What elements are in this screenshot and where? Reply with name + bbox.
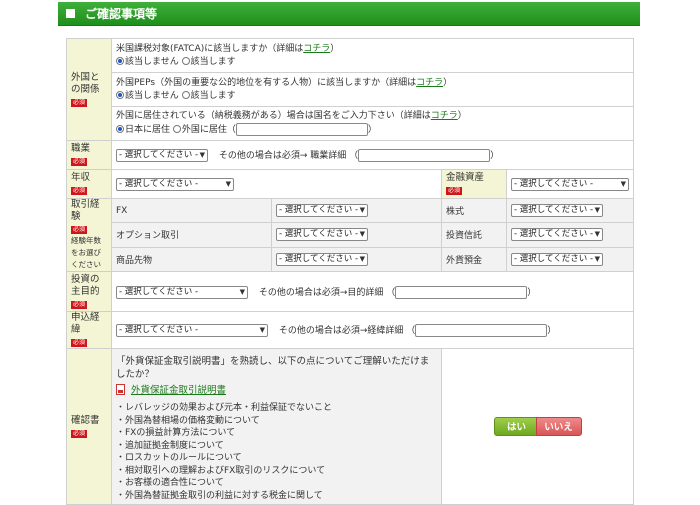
purpose-detail-input[interactable]	[395, 285, 528, 299]
residence-cell: 外国に居住されている（納税義務がある）場合は国名をご入力下さい（詳細はコチラ） …	[110, 106, 635, 141]
exp-option-cell: - 選択してください - ▼	[271, 222, 442, 248]
chevron-down-icon: ▼	[359, 206, 365, 215]
list-item: ・FXの損益計算方法について	[116, 428, 236, 438]
exp-option-select[interactable]: - 選択してください - ▼	[276, 228, 368, 242]
foreign-relations-label: 外国との関係 必須	[66, 38, 112, 141]
exp-deposit-select[interactable]: - 選択してください - ▼	[511, 252, 603, 266]
list-item: ・追加証拠金制度について	[116, 440, 224, 451]
chevron-down-icon: ▼	[239, 287, 245, 296]
no-button[interactable]: いいえ	[535, 417, 582, 436]
confirm-intro: 「外貨保証金取引説明書」を熟読し、以下の点についてご理解いただけましたか？	[116, 356, 430, 380]
job-detail-input[interactable]	[358, 149, 491, 162]
exp-fx-label: FX	[111, 197, 272, 224]
chevron-down-icon: ▼	[620, 179, 626, 188]
fatca-question: 米国課税対象(FATCA)に該当しますか（詳細は	[116, 43, 304, 54]
required-badge: 必須	[71, 300, 88, 309]
fatca-no-radio[interactable]	[116, 56, 124, 65]
residence-question: 外国に居住されている（納税義務がある）場合は国名をご入力下さい（詳細は	[116, 111, 431, 121]
manual-pdf-link[interactable]: 外貨保証金取引説明書	[131, 385, 226, 396]
exp-stock-select[interactable]: - 選択してください - ▼	[511, 204, 603, 218]
peps-yes-radio[interactable]	[181, 90, 190, 99]
country-input[interactable]	[235, 123, 368, 136]
confirm-content: 「外貨保証金取引説明書」を熟読し、以下の点についてご理解いただけましたか？ 外貨…	[111, 348, 442, 505]
exp-deposit-cell: - 選択してください - ▼	[505, 246, 635, 273]
peps-no-radio[interactable]	[116, 90, 124, 99]
job-note: その他の場合は必須→ 職業詳細 （	[218, 151, 359, 161]
exp-fx-cell: - 選択してください - ▼	[271, 197, 442, 224]
reside-foreign-radio[interactable]	[172, 125, 181, 133]
route-note: その他の場合は必須→経緯詳細 （	[278, 326, 416, 336]
section-title: ご確認事項等	[85, 7, 158, 21]
chevron-down-icon: ▼	[594, 206, 600, 215]
fatca-cell: 米国課税対象(FATCA)に該当しますか（詳細はコチラ） 該当しません 該当しま…	[110, 38, 635, 73]
required-badge: 必須	[71, 429, 88, 438]
experience-label: 取引経験 必須 経験年数をお選びください	[66, 198, 112, 272]
required-badge: 必須	[71, 226, 88, 234]
confirm-label: 確認書 必須	[66, 348, 112, 505]
exp-fund-label: 投資信託	[441, 222, 507, 248]
exp-fund-cell: - 選択してください - ▼	[505, 222, 635, 248]
confirmation-form: 外国との関係 必須 米国課税対象(FATCA)に該当しますか（詳細はコチラ） 該…	[66, 38, 635, 505]
purpose-cell: - 選択してください - ▼ その他の場合は必須→目的詳細 （）	[110, 271, 635, 312]
chevron-down-icon: ▼	[259, 326, 265, 334]
exp-deposit-label: 外貨預金	[441, 246, 507, 273]
required-badge: 必須	[71, 158, 88, 166]
assets-select[interactable]: - 選択してください - ▼	[511, 177, 629, 191]
purpose-select[interactable]: - 選択してください - ▼	[116, 285, 248, 299]
section-header: ご確認事項等	[58, 2, 640, 26]
assets-label: 金融資産 必須	[441, 169, 507, 199]
route-select[interactable]: - 選択してください - ▼	[116, 324, 268, 337]
exp-commodity-label: 商品先物	[111, 246, 272, 273]
chevron-down-icon: ▼	[225, 179, 231, 188]
reside-japan-radio[interactable]	[116, 125, 124, 133]
square-bullet-icon	[66, 9, 75, 18]
exp-stock-label: 株式	[441, 197, 507, 224]
chevron-down-icon: ▼	[594, 254, 600, 263]
purpose-note: その他の場合は必須→目的詳細 （	[258, 287, 396, 298]
list-item: ・お客様の適合性について	[116, 478, 224, 488]
exp-commodity-select[interactable]: - 選択してください - ▼	[276, 252, 368, 266]
job-select[interactable]: - 選択してください - ▼	[116, 149, 208, 162]
list-item: ・外国為替証拠金取引の利益に対する税金に関して	[116, 490, 323, 501]
list-item: ・レバレッジの効果および元本・利益保証でないこと	[116, 403, 333, 413]
exp-option-label: オプション取引	[111, 222, 272, 248]
required-badge: 必須	[71, 98, 88, 107]
chevron-down-icon: ▼	[199, 151, 205, 159]
chevron-down-icon: ▼	[359, 230, 365, 239]
chevron-down-icon: ▼	[359, 254, 365, 263]
chevron-down-icon: ▼	[594, 230, 600, 239]
list-item: ・外国為替相場の価格変動について	[116, 415, 260, 426]
fatca-yes-radio[interactable]	[181, 56, 190, 65]
exp-fund-select[interactable]: - 選択してください - ▼	[511, 228, 603, 242]
required-badge: 必須	[71, 339, 88, 347]
residence-detail-link[interactable]: コチラ	[431, 111, 458, 121]
experience-sub-label: 経験年数をお選びください	[71, 236, 101, 269]
fatca-detail-link[interactable]: コチラ	[303, 44, 330, 54]
exp-stock-cell: - 選択してください - ▼	[505, 197, 635, 224]
peps-question: 外国PEPs（外国の重要な公的地位を有する人物）に該当しますか（詳細は	[116, 77, 417, 88]
income-cell: - 選択してください - ▼	[111, 169, 442, 199]
list-item: ・ロスカットのルールについて	[116, 453, 242, 463]
pdf-icon	[116, 384, 125, 395]
job-label: 職業 必須	[66, 140, 112, 170]
income-select[interactable]: - 選択してください - ▼	[116, 177, 234, 191]
exp-commodity-cell: - 選択してください - ▼	[271, 246, 442, 273]
required-badge: 必須	[446, 187, 463, 195]
confirm-buttons-cell: はい いいえ	[440, 348, 635, 505]
yes-button[interactable]: はい	[493, 417, 540, 436]
confirm-items-list: ・レバレッジの効果および元本・利益保証でないこと ・外国為替相場の価格変動につい…	[116, 402, 437, 502]
income-label: 年収 必須	[66, 169, 112, 199]
peps-cell: 外国PEPs（外国の重要な公的地位を有する人物）に該当しますか（詳細はコチラ） …	[110, 72, 635, 107]
required-badge: 必須	[71, 187, 88, 195]
route-label: 申込経緯 必須	[66, 311, 112, 349]
route-cell: - 選択してください - ▼ その他の場合は必須→経緯詳細 （）	[110, 311, 635, 349]
list-item: ・相対取引への理解およびFX取引のリスクについて	[116, 465, 326, 476]
exp-fx-select[interactable]: - 選択してください - ▼	[276, 204, 368, 218]
assets-cell: - 選択してください - ▼	[505, 169, 635, 199]
purpose-label: 投資の主目的 必須	[66, 271, 112, 312]
route-detail-input[interactable]	[415, 324, 548, 337]
job-cell: - 選択してください - ▼ その他の場合は必須→ 職業詳細 （）	[110, 140, 635, 170]
peps-detail-link[interactable]: コチラ	[416, 78, 443, 88]
